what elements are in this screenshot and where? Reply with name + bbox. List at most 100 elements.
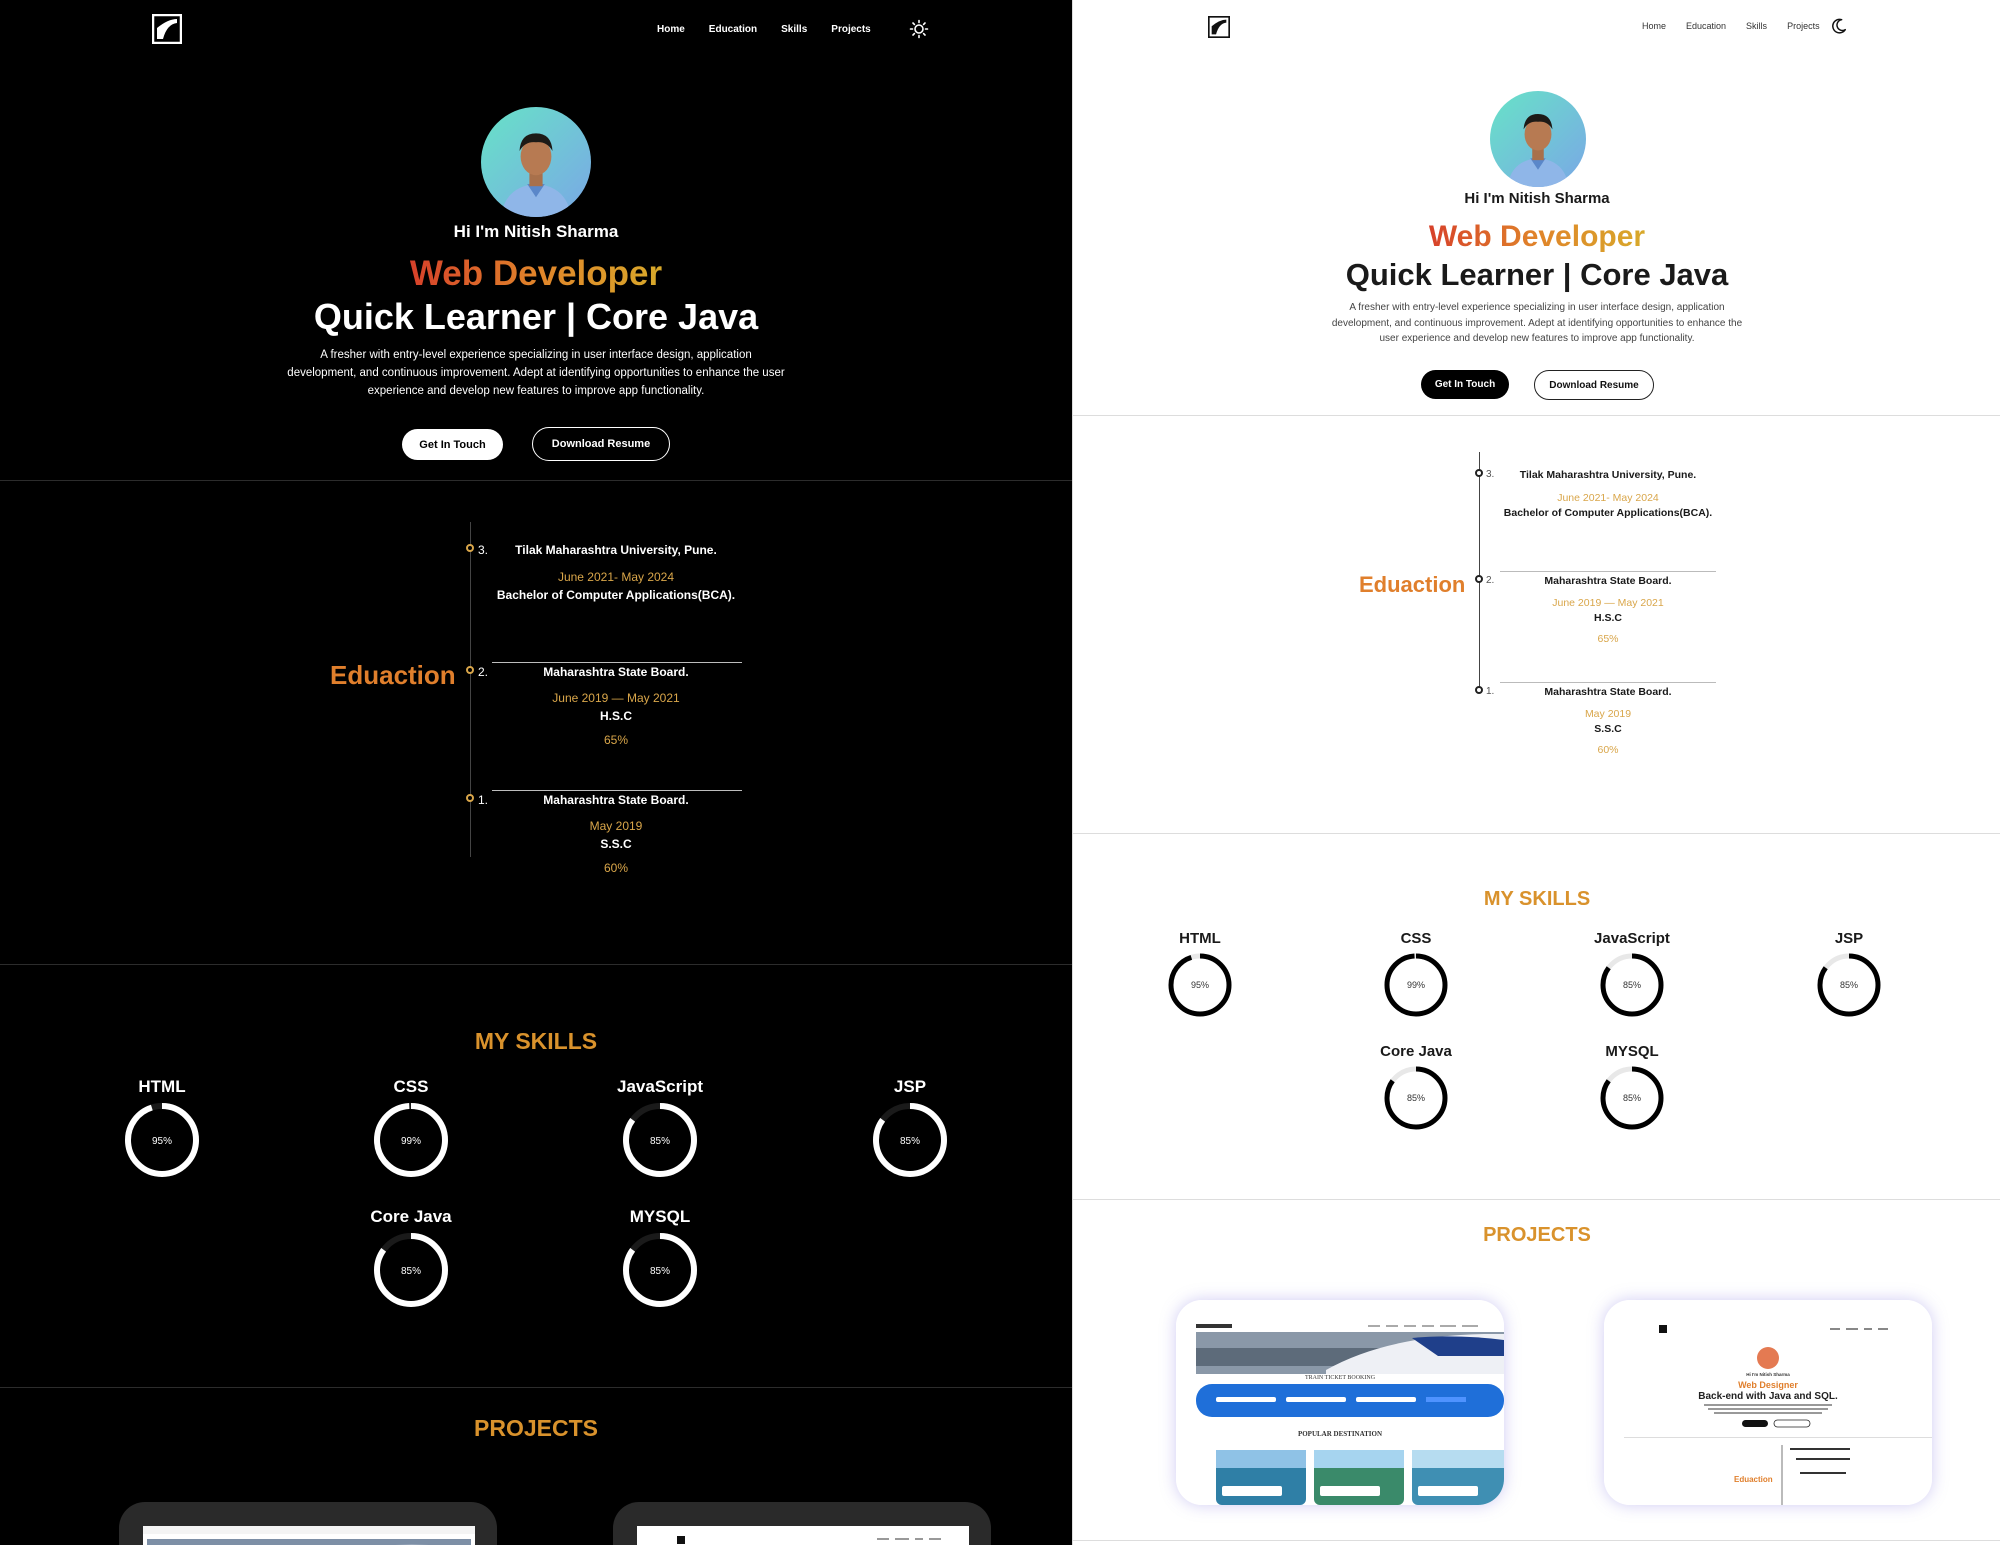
timeline-number: 2. [478,665,489,679]
institution-name: Maharashtra State Board. [1544,686,1672,698]
role-text: Web Developer [409,254,663,293]
project-screenshot [143,1526,475,1545]
timeline-dot [466,544,474,552]
moon-icon[interactable] [1830,17,1848,35]
thumb-role: Web Designer [1738,1380,1798,1390]
thumb-greeting: Hi I'm Nitish Sharma [1746,1372,1790,1377]
download-resume-button[interactable]: Download Resume [532,427,670,461]
logo-icon[interactable] [152,14,182,44]
skill-percent: 99% [1407,980,1425,990]
nav-skills[interactable]: Skills [781,24,807,35]
education-date: May 2019 [1584,708,1632,720]
skill-name: JavaScript [617,1077,703,1096]
education-entry: Maharashtra State Board. May 2019 S.S.C … [1498,686,1718,756]
entry-separator [1500,682,1716,683]
degree-name: S.S.C [1594,723,1622,735]
skill-name: CSS [393,1077,429,1096]
skill-percent: 85% [1407,1093,1425,1103]
tagline: Quick Learner | Core Java [313,296,759,337]
entry-separator [1500,571,1716,572]
dark-theme-view: Home Education Skills Projects Hi I'm Ni… [0,0,1072,1545]
skill-name: JSP [893,1077,927,1096]
education-label: Eduaction [330,660,456,690]
skill-progress-ring: 85% [623,1103,697,1177]
degree-name: Bachelor of Computer Applications(BCA). [496,588,736,602]
education-entry: Tilak Maharashtra University, Pune. June… [490,543,742,602]
education-score: 60% [1597,744,1619,756]
skill-name: MYSQL [1605,1043,1659,1060]
education-score: 60% [603,861,629,875]
thumb-subheading: POPULAR DESTINATION [1298,1430,1382,1438]
institution-name: Maharashtra State Board. [543,665,689,679]
skill-item: Core Java 85% [1356,1043,1476,1132]
role-title: Web Developer [0,254,1072,294]
skill-item: JSP 85% [1789,930,1909,1019]
skill-name: Core Java [1380,1043,1452,1060]
get-in-touch-button[interactable]: Get In Touch [402,429,503,460]
skill-percent: 85% [650,1136,670,1147]
thumb-heading: TRAIN TICKET BOOKING [1305,1375,1376,1381]
nav-projects[interactable]: Projects [831,24,870,35]
projects-title: PROJECTS [1483,1224,1591,1246]
education-date: May 2019 [589,819,643,833]
light-theme-view: Home Education Skills Projects Hi I'm Ni… [1072,0,2000,1545]
education-date: June 2019 — May 2021 [552,691,680,705]
education-date: June 2019 — May 2021 [1552,597,1664,609]
nav-education[interactable]: Education [709,24,757,35]
degree-name: H.S.C [599,709,632,723]
logo-icon[interactable] [1208,16,1230,38]
avatar [1490,91,1586,187]
timeline-number: 1. [1486,686,1495,697]
thumb-edu-label: Eduaction [1734,1475,1773,1484]
skill-item: JSP 85% [850,1077,970,1179]
education-entry: Tilak Maharashtra University, Pune. June… [1498,469,1718,519]
section-divider [0,964,1072,965]
project-card[interactable]: TRAIN TICKET BOOKING POPULAR DESTINATION [1176,1300,1504,1505]
get-in-touch-button[interactable]: Get In Touch [1421,370,1509,399]
timeline-dot [1475,469,1483,477]
intro-description: A fresher with entry-level experience sp… [287,349,785,397]
main-nav: Home Education Skills Projects [657,18,929,40]
skill-progress-ring: 85% [1817,953,1881,1017]
main-nav: Home Education Skills Projects [1642,16,1848,36]
nav-skills[interactable]: Skills [1746,21,1767,31]
skill-progress-ring: 95% [1168,953,1232,1017]
skill-name: Core Java [370,1207,452,1226]
education-entry: Maharashtra State Board. May 2019 S.S.C … [490,793,742,875]
download-resume-button[interactable]: Download Resume [1534,370,1654,400]
skill-percent: 95% [1191,980,1209,990]
timeline-dot [1475,575,1483,583]
project-card[interactable] [119,1502,497,1545]
institution-name: Tilak Maharashtra University, Pune. [515,543,717,557]
institution-name: Maharashtra State Board. [1544,575,1672,587]
sun-icon[interactable] [909,19,929,39]
intro-description: A fresher with entry-level experience sp… [1331,302,1743,344]
skills-title: MY SKILLS [1483,888,1591,910]
role-title: Web Developer [1073,220,2000,254]
skill-item: CSS 99% [351,1077,471,1179]
project-card[interactable] [613,1502,991,1545]
institution-name: Tilak Maharashtra University, Pune. [1519,469,1697,481]
thumb-tagline: Back-end with Java and SQL. [1698,1391,1838,1402]
section-divider [1073,833,2000,834]
skill-progress-ring: 95% [125,1103,199,1177]
skill-percent: 95% [152,1136,172,1147]
timeline-number: 1. [478,793,489,807]
nav-home[interactable]: Home [1642,21,1666,31]
project-card[interactable]: Hi I'm Nitish Sharma Web Designer Back-e… [1604,1300,1932,1505]
nav-projects[interactable]: Projects [1787,21,1820,31]
skill-name: HTML [1179,930,1221,947]
skill-name: HTML [138,1077,186,1096]
skill-progress-ring: 85% [1600,1066,1664,1130]
nav-home[interactable]: Home [657,24,685,35]
skill-progress-ring: 85% [1384,1066,1448,1130]
degree-name: Bachelor of Computer Applications(BCA). [1503,507,1713,519]
section-divider [0,480,1072,481]
education-entry: Maharashtra State Board. June 2019 — May… [1498,575,1718,645]
nav-education[interactable]: Education [1686,21,1726,31]
tagline: Quick Learner | Core Java [1345,257,1729,292]
skill-item: CSS 99% [1356,930,1476,1019]
skill-progress-ring: 85% [1600,953,1664,1017]
project-screenshot [637,1526,969,1545]
degree-name: S.S.C [600,837,632,851]
